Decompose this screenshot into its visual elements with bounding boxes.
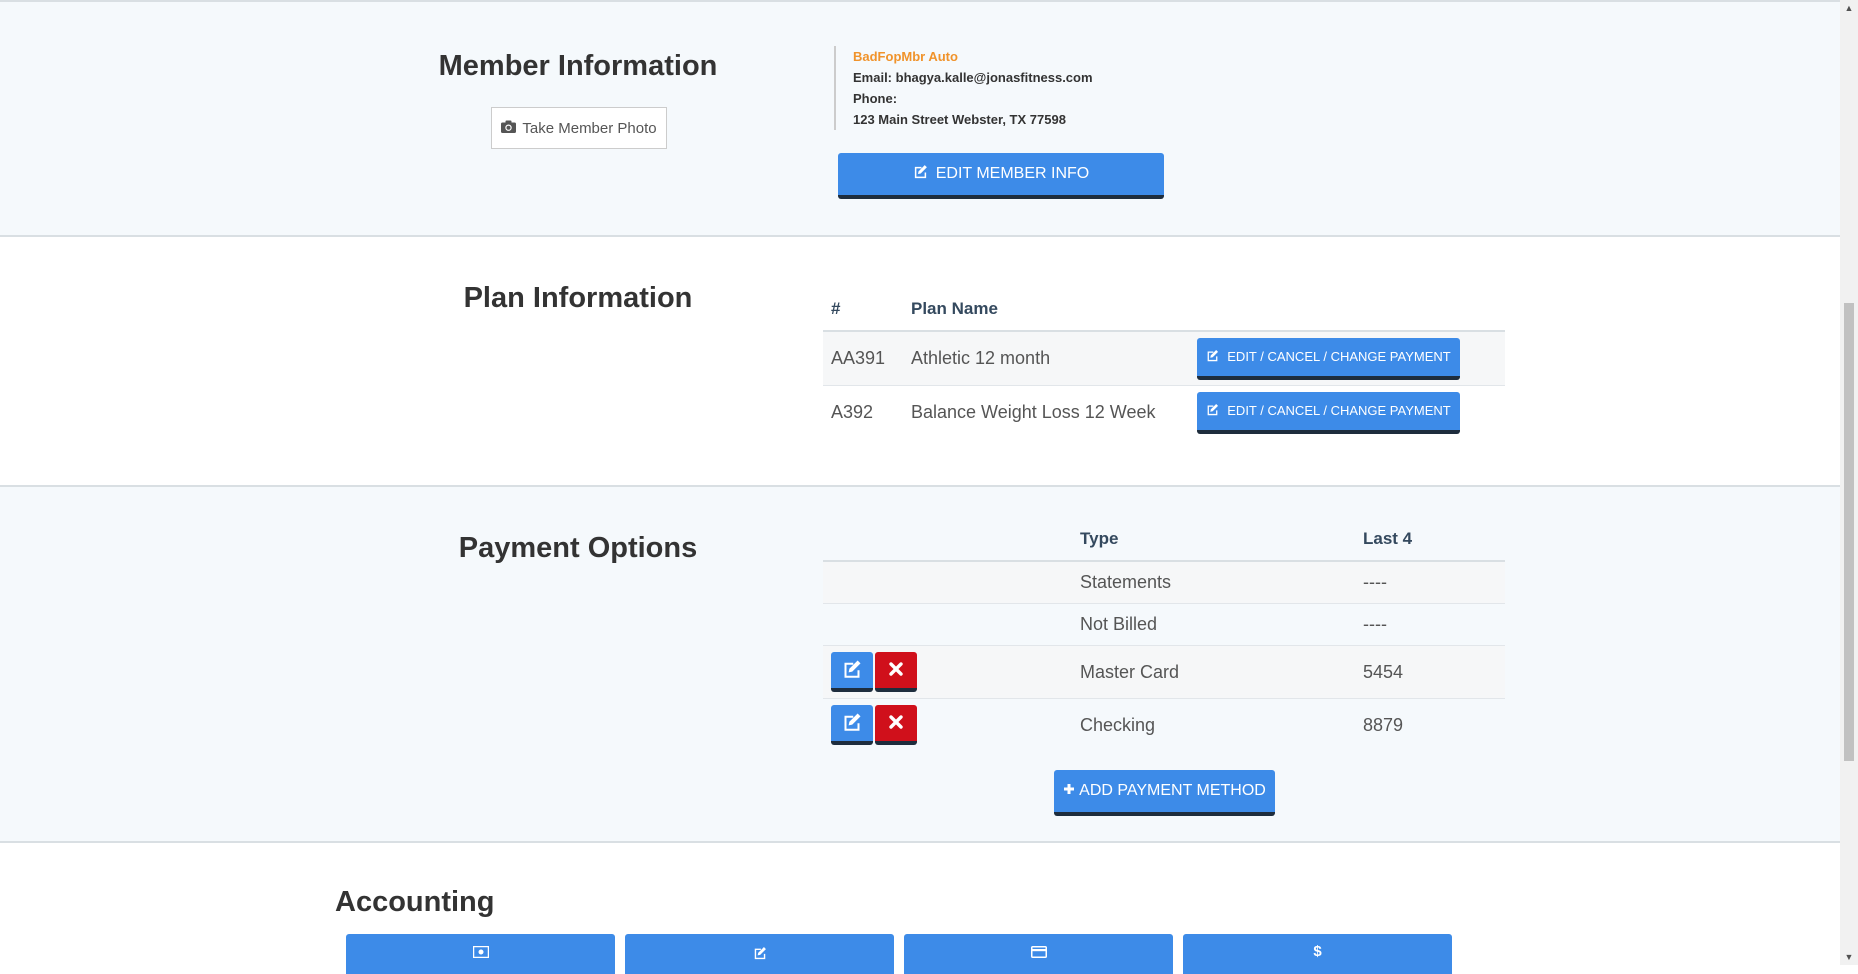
money-icon: [472, 945, 489, 961]
table-row: Master Card 5454: [823, 645, 1505, 699]
edit-icon: [1206, 349, 1219, 365]
edit-cancel-change-payment-label: EDIT / CANCEL / CHANGE PAYMENT: [1227, 349, 1451, 364]
close-icon: [888, 661, 904, 680]
member-name: BadFopMbr Auto: [853, 49, 958, 64]
payment-type: Checking: [1072, 698, 1355, 751]
table-row: AA391 Athletic 12 month EDIT / CANCEL / …: [823, 330, 1505, 386]
plan-name: Balance Weight Loss 12 Week: [903, 385, 1189, 439]
payment-actions-cell: [823, 603, 1072, 646]
payment-last4: ----: [1355, 560, 1505, 604]
close-icon: [888, 714, 904, 733]
payment-col-type: Type: [1072, 518, 1355, 562]
member-contact-block: BadFopMbr Auto Email: bhagya.kalle@jonas…: [834, 46, 1093, 130]
edit-icon: [913, 164, 928, 184]
payment-table: Type Last 4 Statements ---- Not Billed -…: [823, 518, 1505, 751]
edit-payment-button[interactable]: [831, 705, 873, 745]
edit-member-info-label: EDIT MEMBER INFO: [935, 165, 1090, 182]
edit-icon: [753, 946, 767, 963]
edit-cancel-change-payment-button[interactable]: EDIT / CANCEL / CHANGE PAYMENT: [1197, 337, 1460, 380]
table-row: Not Billed ----: [823, 603, 1505, 646]
camera-icon: [501, 120, 517, 137]
plan-col-name: Plan Name: [903, 288, 1189, 332]
payment-type: Statements: [1072, 560, 1355, 604]
plan-col-actions: [1189, 288, 1505, 332]
accounting-title: Accounting: [335, 886, 495, 918]
plan-info-title: Plan Information: [463, 282, 693, 314]
payment-options-title: Payment Options: [458, 532, 698, 564]
delete-payment-button[interactable]: [875, 705, 917, 745]
take-member-photo-label: Take Member Photo: [522, 119, 657, 137]
member-info-section: Member Information Take Member Photo Bad…: [0, 0, 1840, 237]
plan-id: A392: [823, 385, 903, 439]
add-payment-method-label: ADD PAYMENT METHOD: [1079, 782, 1266, 799]
delete-payment-button[interactable]: [875, 652, 917, 692]
payment-col-last4: Last 4: [1355, 518, 1505, 562]
credit-card-icon: [1030, 946, 1047, 961]
table-row: A392 Balance Weight Loss 12 Week EDIT / …: [823, 385, 1505, 439]
plan-table: # Plan Name AA391 Athletic 12 month EDIT…: [823, 288, 1505, 439]
member-info-title: Member Information: [438, 50, 718, 82]
plus-icon: [1063, 782, 1075, 800]
payment-type: Not Billed: [1072, 603, 1355, 646]
plan-col-number: #: [823, 288, 903, 332]
table-row: Checking 8879: [823, 698, 1505, 751]
edit-cancel-change-payment-label: EDIT / CANCEL / CHANGE PAYMENT: [1227, 403, 1451, 418]
page: Member Information Take Member Photo Bad…: [0, 0, 1840, 974]
dollar-icon: $: [1313, 943, 1322, 960]
member-address: 123 Main Street Webster, TX 77598: [853, 112, 1066, 127]
member-phone: Phone:: [853, 91, 898, 106]
table-row: Statements ----: [823, 560, 1505, 604]
payment-col-actions: [823, 518, 1072, 562]
scroll-down-arrow-icon[interactable]: ▼: [1840, 949, 1858, 965]
payment-last4: 5454: [1355, 645, 1505, 699]
payment-table-header: Type Last 4: [823, 518, 1505, 562]
accounting-dollar-button[interactable]: $: [1183, 934, 1452, 974]
plan-actions-cell: EDIT / CANCEL / CHANGE PAYMENT: [1189, 330, 1505, 386]
scroll-up-arrow-icon[interactable]: ▲: [1840, 0, 1858, 16]
plan-actions-cell: EDIT / CANCEL / CHANGE PAYMENT: [1189, 385, 1505, 439]
edit-icon: [842, 659, 862, 682]
payment-actions-cell: [823, 560, 1072, 604]
add-payment-method-button[interactable]: ADD PAYMENT METHOD: [1054, 770, 1275, 816]
edit-icon: [842, 712, 862, 735]
edit-icon: [1206, 403, 1219, 419]
accounting-card-button[interactable]: [904, 934, 1173, 974]
payment-actions-cell: [823, 645, 1072, 699]
edit-cancel-change-payment-button[interactable]: EDIT / CANCEL / CHANGE PAYMENT: [1197, 391, 1460, 434]
vertical-scrollbar[interactable]: ▲ ▼: [1840, 0, 1858, 965]
plan-name: Athletic 12 month: [903, 330, 1189, 386]
member-email: Email: bhagya.kalle@jonasfitness.com: [853, 70, 1093, 85]
payment-actions-cell: [823, 698, 1072, 751]
payment-type: Master Card: [1072, 645, 1355, 699]
edit-member-info-button[interactable]: EDIT MEMBER INFO: [838, 153, 1164, 199]
accounting-money-button[interactable]: [346, 934, 615, 974]
edit-payment-button[interactable]: [831, 652, 873, 692]
plan-id: AA391: [823, 330, 903, 386]
take-member-photo-button[interactable]: Take Member Photo: [491, 107, 667, 149]
scrollbar-thumb[interactable]: [1844, 303, 1854, 761]
plan-table-header: # Plan Name: [823, 288, 1505, 332]
payment-last4: 8879: [1355, 698, 1505, 751]
accounting-edit-button[interactable]: [625, 934, 894, 974]
payment-last4: ----: [1355, 603, 1505, 646]
